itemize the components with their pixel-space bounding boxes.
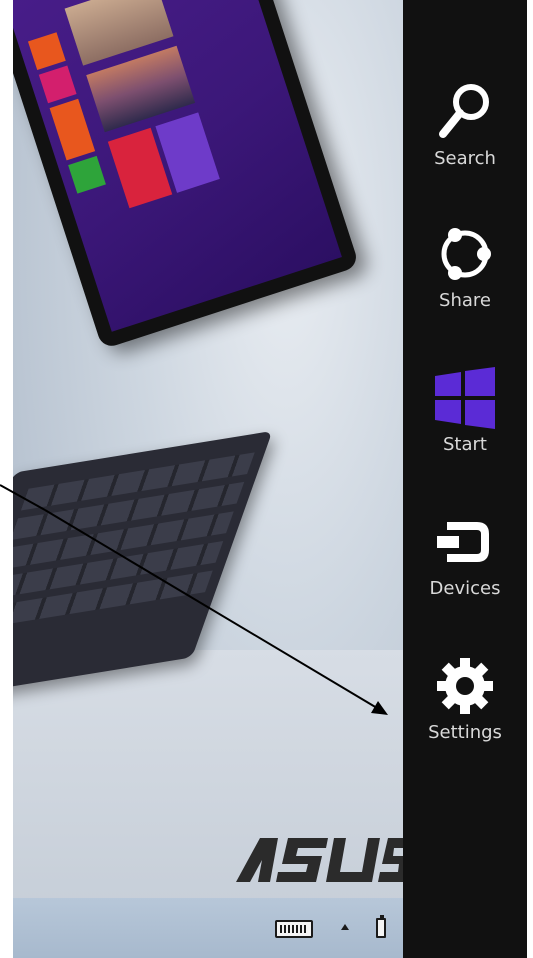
wallpaper-tile	[68, 155, 106, 194]
devices-icon	[437, 522, 489, 562]
touch-keyboard-icon[interactable]	[275, 920, 313, 938]
wallpaper-tablet	[13, 0, 360, 350]
windows-logo-icon	[435, 367, 495, 429]
wallpaper-tablet-screen	[13, 0, 342, 332]
wallpaper-tile	[49, 98, 96, 161]
settings-charm[interactable]: Settings	[403, 654, 527, 784]
charms-bar: Search Share Start Devices Settings	[403, 0, 527, 958]
wallpaper-tile	[38, 65, 77, 104]
devices-charm-label: Devices	[429, 578, 501, 599]
search-charm[interactable]: Search	[403, 80, 527, 210]
asus-logo	[236, 838, 403, 882]
settings-charm-label: Settings	[428, 722, 502, 743]
search-icon	[439, 84, 489, 138]
desktop-wallpaper	[13, 0, 403, 958]
gear-icon	[437, 658, 493, 714]
start-charm-label: Start	[443, 434, 487, 455]
wallpaper-tile	[27, 32, 66, 71]
chevron-up-icon[interactable]	[341, 924, 349, 930]
search-charm-label: Search	[434, 148, 496, 169]
taskbar	[13, 898, 403, 958]
devices-charm[interactable]: Devices	[403, 510, 527, 640]
share-icon	[441, 228, 491, 280]
share-charm[interactable]: Share	[403, 222, 527, 352]
start-charm[interactable]: Start	[403, 366, 527, 496]
battery-icon[interactable]	[376, 915, 386, 938]
share-charm-label: Share	[439, 290, 491, 311]
